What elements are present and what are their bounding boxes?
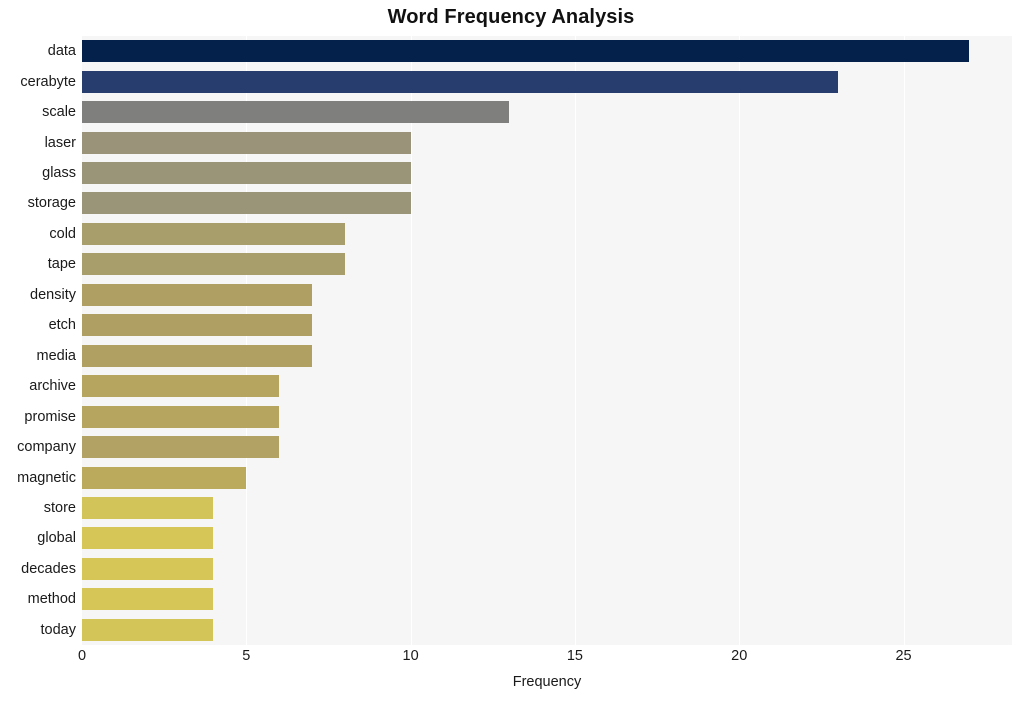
y-tick-label-density: density bbox=[30, 286, 76, 303]
y-tick-label-scale: scale bbox=[42, 104, 76, 121]
bar[interactable] bbox=[82, 192, 411, 215]
y-axis-tick-labels: data cerabyte scale laser glass storage cold ta… bbox=[0, 36, 76, 645]
y-tick-label-tape: tape bbox=[47, 256, 76, 273]
y-tick-label-magnetic: magnetic bbox=[17, 469, 76, 486]
bar[interactable] bbox=[82, 466, 247, 489]
x-tick-label-0: 0 bbox=[77, 648, 87, 664]
bar[interactable] bbox=[82, 618, 214, 641]
y-tick-label-laser: laser bbox=[44, 134, 76, 151]
chart-title: Word Frequency Analysis bbox=[387, 6, 635, 28]
bar[interactable] bbox=[82, 405, 280, 428]
bars-container bbox=[82, 36, 1012, 645]
bar[interactable] bbox=[82, 131, 411, 154]
bar[interactable] bbox=[82, 314, 313, 337]
bar[interactable] bbox=[82, 40, 970, 63]
y-tick-label-glass: glass bbox=[42, 165, 76, 182]
y-tick-label-promise: promise bbox=[24, 408, 76, 425]
bar[interactable] bbox=[82, 557, 214, 580]
bar[interactable] bbox=[82, 375, 280, 398]
y-tick-label-today: today bbox=[40, 621, 76, 638]
bar[interactable] bbox=[82, 436, 280, 459]
plot-area bbox=[82, 36, 1012, 645]
bar[interactable] bbox=[82, 101, 510, 124]
bar[interactable] bbox=[82, 588, 214, 611]
bar[interactable] bbox=[82, 70, 838, 93]
bar[interactable] bbox=[82, 344, 313, 367]
y-tick-label-data: data bbox=[47, 43, 76, 60]
x-tick-label-25: 25 bbox=[895, 648, 912, 664]
y-tick-label-etch: etch bbox=[48, 317, 76, 334]
bar[interactable] bbox=[82, 253, 345, 276]
y-tick-label-global: global bbox=[37, 530, 76, 547]
bar[interactable] bbox=[82, 496, 214, 519]
word-frequency-chart-figure: Word Frequency Analysis data cerabyte scal… bbox=[0, 0, 1022, 701]
x-tick-label-10: 10 bbox=[402, 648, 419, 664]
y-tick-label-store: store bbox=[43, 499, 76, 516]
bar[interactable] bbox=[82, 283, 313, 306]
y-tick-label-cold: cold bbox=[49, 225, 76, 242]
y-tick-label-archive: archive bbox=[29, 378, 76, 395]
x-axis-title: Frequency bbox=[512, 674, 582, 690]
bar[interactable] bbox=[82, 527, 214, 550]
y-tick-label-cerabyte: cerabyte bbox=[20, 73, 76, 90]
x-tick-label-5: 5 bbox=[242, 648, 251, 664]
x-axis-tick-labels: 0 5 10 15 20 25 bbox=[0, 649, 1022, 673]
bar[interactable] bbox=[82, 162, 411, 185]
y-tick-label-method: method bbox=[27, 591, 76, 608]
x-tick-label-20: 20 bbox=[731, 648, 748, 664]
y-tick-label-storage: storage bbox=[27, 195, 76, 212]
y-tick-label-company: company bbox=[17, 439, 76, 456]
y-tick-label-media: media bbox=[36, 347, 77, 364]
bar[interactable] bbox=[82, 222, 345, 245]
x-tick-label-15: 15 bbox=[566, 648, 583, 664]
y-tick-label-decades: decades bbox=[21, 560, 76, 577]
